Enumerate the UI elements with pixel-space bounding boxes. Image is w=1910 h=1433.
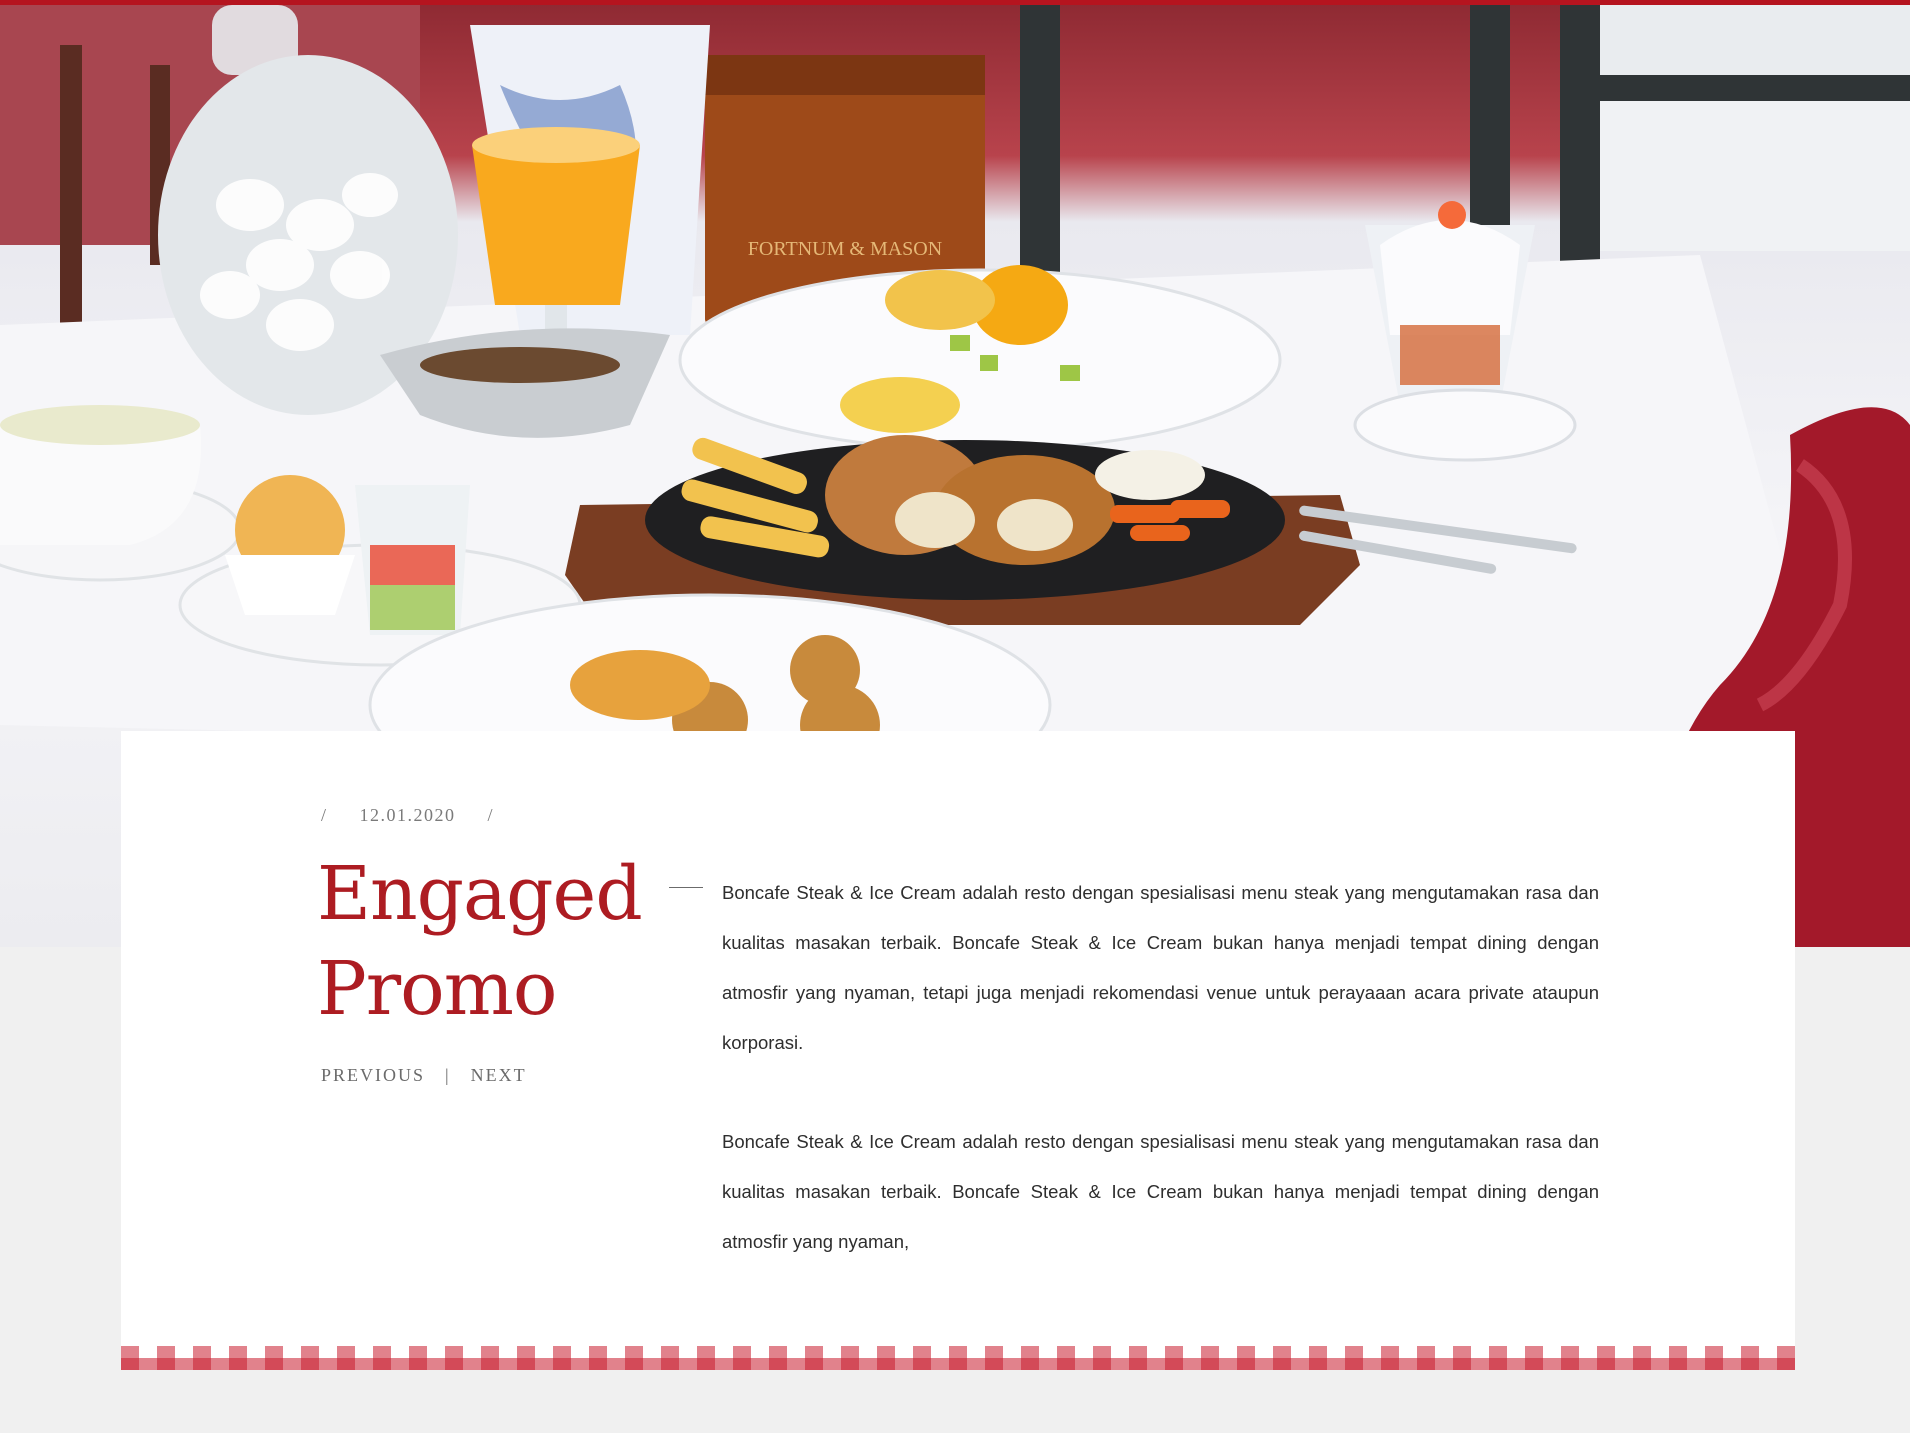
- post-card: / 12.01.2020 / Engaged Promo PREVIOUS | …: [121, 731, 1795, 1370]
- text-lead-dash: [669, 887, 703, 888]
- post-body: Boncafe Steak & Ice Cream adalah resto d…: [722, 868, 1599, 1316]
- pager-divider: |: [445, 1065, 451, 1085]
- meta-separator-left: /: [321, 805, 328, 825]
- next-link[interactable]: NEXT: [471, 1065, 527, 1086]
- meta-separator-right: /: [487, 805, 495, 825]
- svg-text:FORTNUM & MASON: FORTNUM & MASON: [748, 238, 942, 260]
- gingham-border: [121, 1346, 1795, 1370]
- post-paragraph-2: Boncafe Steak & Ice Cream adalah resto d…: [722, 1131, 1599, 1252]
- post-paragraph-1: Boncafe Steak & Ice Cream adalah resto d…: [722, 882, 1599, 1053]
- post-title: Engaged Promo: [317, 851, 643, 1032]
- post-pager: PREVIOUS | NEXT: [321, 1065, 527, 1086]
- post-meta: / 12.01.2020 /: [321, 805, 494, 826]
- top-accent-bar: [0, 0, 1910, 5]
- post-date: 12.01.2020: [359, 805, 456, 825]
- previous-link[interactable]: PREVIOUS: [321, 1065, 425, 1086]
